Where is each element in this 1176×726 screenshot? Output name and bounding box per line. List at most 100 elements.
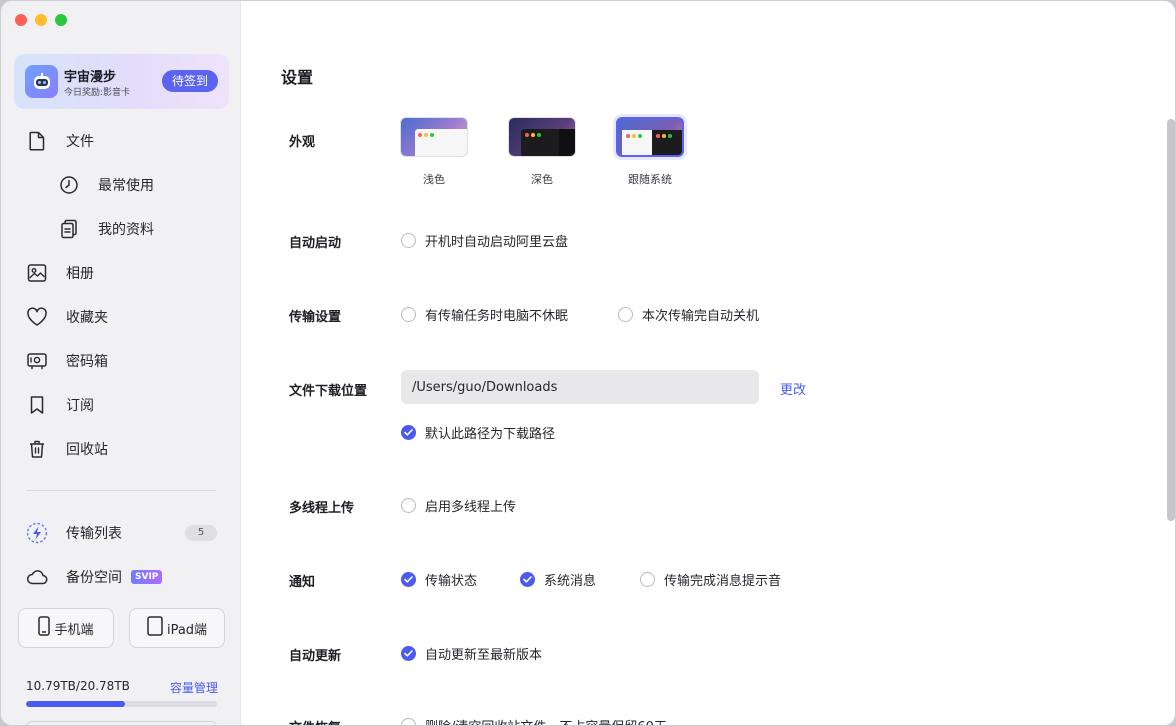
download-location-label: 文件下载位置 — [289, 384, 368, 399]
file-recovery-radio[interactable] — [401, 718, 416, 725]
no-sleep-option-label: 有传输任务时电脑不休眠 — [425, 309, 569, 324]
minimize-window-button[interactable] — [35, 14, 47, 26]
auto-shutdown-radio[interactable] — [618, 307, 633, 322]
theme-option-dark[interactable]: 深色 — [508, 117, 578, 186]
settings-scrollbar[interactable] — [1167, 119, 1175, 521]
default-path-option-label: 默认此路径为下载路径 — [425, 427, 556, 442]
auto-update-option[interactable]: 自动更新至最新版本 — [401, 644, 542, 663]
download-path-input[interactable] — [401, 370, 759, 404]
auto-update-label: 自动更新 — [289, 649, 342, 664]
appearance-label: 外观 — [289, 135, 316, 150]
autostart-option[interactable]: 开机时自动启动阿里云盘 — [401, 231, 568, 250]
sidebar-item-backup[interactable]: 备份空间 — [1, 562, 241, 592]
default-path-option[interactable]: 默认此路径为下载路径 — [401, 423, 555, 442]
done-sound-radio[interactable] — [640, 572, 655, 587]
system-message-checkbox[interactable] — [520, 572, 535, 587]
storage-usage-text: 10.79TB/20.78TB — [26, 679, 130, 693]
transfer-status-option[interactable]: 传输状态 — [401, 570, 477, 589]
settings-panel: 设置 外观 浅色 深色 跟随系统 自动启动 开机时自动启动阿里云盘 传输设置 有… — [242, 1, 1175, 725]
sidebar-item-recent[interactable]: 最常使用 — [1, 170, 241, 200]
window-controls — [15, 14, 67, 26]
sidebar-item-favorites[interactable]: 收藏夹 — [1, 302, 241, 332]
file-recovery-label: 文件恢复 — [289, 717, 341, 725]
phone-client-button[interactable]: 手机端 — [18, 608, 114, 648]
page-title: 设置 — [281, 68, 314, 87]
no-sleep-radio[interactable] — [401, 307, 416, 322]
change-path-link[interactable]: 更改 — [780, 379, 806, 398]
capacity-manage-link[interactable]: 容量管理 — [170, 679, 218, 696]
done-sound-option-label: 传输完成消息提示音 — [664, 574, 782, 589]
sidebar-item-trash[interactable]: 回收站 — [1, 434, 241, 464]
auto-shutdown-option[interactable]: 本次传输完自动关机 — [618, 305, 759, 324]
sidebar-item-label: 密码箱 — [66, 354, 108, 370]
phone-icon — [38, 616, 51, 640]
theme-system-label: 跟随系统 — [628, 173, 672, 186]
theme-light-label: 浅色 — [423, 173, 445, 186]
sidebar-item-vault[interactable]: 密码箱 — [1, 346, 241, 376]
multithread-radio[interactable] — [401, 498, 416, 513]
system-message-option-label: 系统消息 — [544, 574, 597, 589]
auto-update-option-label: 自动更新至最新版本 — [425, 648, 543, 663]
tablet-icon — [147, 616, 163, 640]
bookmark-icon — [26, 394, 48, 416]
sidebar-item-my-docs[interactable]: 我的资料 — [1, 214, 241, 244]
default-path-checkbox[interactable] — [401, 425, 416, 440]
no-sleep-option[interactable]: 有传输任务时电脑不休眠 — [401, 305, 568, 324]
clock-icon — [58, 174, 80, 196]
theme-system-preview — [616, 117, 684, 157]
sidebar-item-label: 回收站 — [66, 442, 108, 458]
done-sound-option[interactable]: 传输完成消息提示音 — [640, 570, 781, 589]
svip-badge: SVIP — [131, 570, 163, 584]
multithread-label: 多线程上传 — [289, 501, 355, 516]
app-window: 宇宙漫步 今日奖励:影音卡 待签到 文件 最常使用 我的资料 相册 收藏夹 密码… — [0, 0, 1176, 726]
safe-icon — [26, 350, 48, 372]
checkin-button[interactable]: 待签到 — [161, 70, 218, 92]
transfer-settings-label: 传输设置 — [289, 310, 342, 325]
robot-avatar-icon — [33, 72, 50, 89]
transfer-status-option-label: 传输状态 — [425, 574, 478, 589]
theme-option-system[interactable]: 跟随系统 — [616, 117, 686, 186]
notification-label: 通知 — [289, 575, 316, 590]
sidebar-item-label: 传输列表 — [66, 526, 122, 542]
autostart-label: 自动启动 — [289, 236, 342, 251]
document-stack-icon — [58, 218, 80, 240]
sidebar-item-album[interactable]: 相册 — [1, 258, 241, 288]
sidebar-item-label: 备份空间 — [66, 570, 122, 586]
transfer-status-checkbox[interactable] — [401, 572, 416, 587]
multithread-option[interactable]: 启用多线程上传 — [401, 496, 516, 515]
auto-shutdown-option-label: 本次传输完自动关机 — [642, 309, 760, 324]
sidebar-item-label: 收藏夹 — [66, 310, 108, 326]
sidebar-item-label: 订阅 — [66, 398, 94, 414]
theme-dark-label: 深色 — [531, 173, 553, 186]
sidebar-item-files[interactable]: 文件 — [1, 126, 241, 156]
storage-progress-bar — [26, 701, 217, 707]
sidebar-item-label: 相册 — [66, 266, 94, 282]
checkmark-icon — [523, 576, 532, 583]
sidebar-bottom-button[interactable] — [26, 721, 217, 725]
theme-option-light[interactable]: 浅色 — [400, 117, 470, 186]
autostart-radio[interactable] — [401, 233, 416, 248]
sidebar-item-subscribe[interactable]: 订阅 — [1, 390, 241, 420]
transfer-count-badge: 5 — [185, 525, 217, 541]
sidebar: 宇宙漫步 今日奖励:影音卡 待签到 文件 最常使用 我的资料 相册 收藏夹 密码… — [1, 1, 241, 725]
storage-progress-fill — [26, 701, 126, 707]
sidebar-divider — [26, 490, 216, 491]
file-icon — [26, 130, 48, 152]
checkmark-icon — [404, 650, 413, 657]
close-window-button[interactable] — [15, 14, 27, 26]
avatar[interactable] — [25, 65, 58, 98]
user-name: 宇宙漫步 — [64, 70, 117, 85]
autostart-option-label: 开机时自动启动阿里云盘 — [425, 235, 569, 250]
file-recovery-option[interactable]: 删除/清空回收站文件，不占容量保留60天 — [401, 716, 667, 725]
heart-icon — [26, 306, 48, 328]
ipad-client-button[interactable]: iPad端 — [129, 608, 225, 648]
trash-icon — [26, 438, 48, 460]
system-message-option[interactable]: 系统消息 — [520, 570, 596, 589]
user-card[interactable]: 宇宙漫步 今日奖励:影音卡 待签到 — [14, 54, 229, 109]
file-recovery-option-label: 删除/清空回收站文件，不占容量保留60天 — [425, 716, 667, 725]
checkmark-icon — [404, 429, 413, 436]
auto-update-checkbox[interactable] — [401, 646, 416, 661]
theme-dark-preview — [508, 117, 576, 157]
zoom-window-button[interactable] — [55, 14, 67, 26]
phone-client-label: 手机端 — [54, 622, 94, 638]
